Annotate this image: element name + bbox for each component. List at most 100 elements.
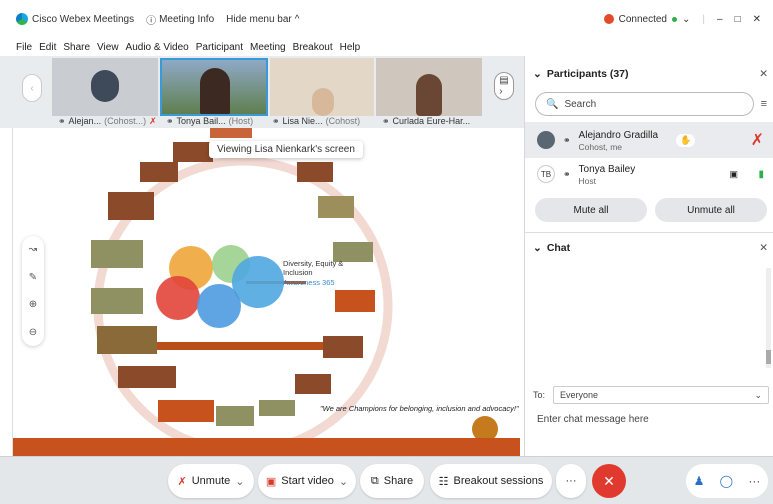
participant-photo bbox=[91, 70, 119, 102]
avatar bbox=[537, 131, 555, 149]
video-label-curlada: ⚭ Curlada Eure-Har... bbox=[382, 114, 470, 128]
breakout-sessions-button[interactable]: ☷ Breakout sessions bbox=[430, 464, 552, 498]
meeting-controls: ✗ Unmute ⌄ ▣ Start video ⌄ ⧉ Share ☷ Bre… bbox=[0, 456, 773, 504]
slide-quote: "We are Champions for belonging, inclusi… bbox=[320, 404, 519, 413]
video-camera-icon[interactable]: ▣ bbox=[729, 169, 738, 180]
connection-status-text: Connected bbox=[618, 13, 667, 25]
chat-scrollbar[interactable] bbox=[766, 268, 771, 368]
ring-box bbox=[91, 288, 143, 314]
ring-box bbox=[216, 406, 254, 426]
collapse-chevron-icon[interactable]: ⌄ bbox=[533, 68, 542, 80]
close-chat-icon[interactable]: ✕ bbox=[759, 242, 768, 254]
viewing-banner: Viewing Lisa Nienkark's screen bbox=[209, 141, 363, 158]
video-tile-tonya[interactable] bbox=[160, 58, 268, 116]
circle-hispanic bbox=[156, 276, 200, 320]
video-tile-lisa[interactable] bbox=[270, 58, 374, 116]
mic-active-icon[interactable]: ▮ bbox=[758, 169, 764, 180]
mic-muted-icon[interactable]: ✗ bbox=[751, 130, 764, 150]
menu-share[interactable]: Share bbox=[63, 42, 90, 53]
unmute-label: Unmute bbox=[191, 475, 231, 487]
more-panels-icon[interactable]: ··· bbox=[748, 474, 760, 488]
menu-view[interactable]: View bbox=[97, 42, 119, 53]
ring-box bbox=[97, 326, 157, 354]
video-role: (Host) bbox=[228, 116, 254, 126]
circle-black-history bbox=[197, 284, 241, 328]
video-tile-curlada[interactable] bbox=[376, 58, 482, 116]
menu-edit[interactable]: Edit bbox=[39, 42, 56, 53]
chevron-down-icon: ⌄ bbox=[338, 475, 349, 488]
ring-box bbox=[91, 240, 143, 268]
participant-search-input[interactable]: 🔍 Search bbox=[535, 92, 754, 116]
app-title-text: Cisco Webex Meetings bbox=[32, 13, 135, 25]
participant-photo bbox=[200, 68, 230, 114]
start-video-label: Start video bbox=[281, 475, 334, 487]
menu-participant[interactable]: Participant bbox=[196, 42, 243, 53]
mute-all-button[interactable]: Mute all bbox=[535, 198, 647, 222]
video-name: Lisa Nie... bbox=[282, 116, 323, 126]
unmute-button[interactable]: ✗ Unmute ⌄ bbox=[168, 464, 254, 498]
more-options-button[interactable]: ··· bbox=[556, 464, 586, 498]
scroll-thumb[interactable] bbox=[766, 350, 771, 364]
sort-list-icon[interactable]: ≡ bbox=[761, 98, 767, 110]
video-tile-alejandro[interactable] bbox=[52, 58, 158, 116]
menu-breakout[interactable]: Breakout bbox=[293, 42, 333, 53]
slide-title: Diversity, Equity & Inclusion bbox=[283, 259, 344, 277]
ring-box bbox=[118, 366, 176, 388]
unmute-all-button[interactable]: Unmute all bbox=[655, 198, 767, 222]
video-label-alejandro: ⚭ Alejan... (Cohost...) ✗ bbox=[58, 114, 157, 128]
menu-audio-video[interactable]: Audio & Video bbox=[126, 42, 189, 53]
minimize-button[interactable]: – bbox=[717, 14, 723, 25]
menu-help[interactable]: Help bbox=[340, 42, 361, 53]
divider: | bbox=[702, 13, 705, 25]
status-dot-icon bbox=[672, 16, 677, 22]
share-button[interactable]: ⧉ Share bbox=[360, 464, 424, 498]
menu-meeting[interactable]: Meeting bbox=[250, 42, 286, 53]
participants-panel-icon[interactable]: ♟ bbox=[694, 474, 705, 488]
mic-muted-icon: ✗ bbox=[149, 115, 157, 126]
collapse-chevron-icon[interactable]: ⌄ bbox=[533, 242, 542, 254]
search-icon: 🔍 bbox=[546, 98, 559, 110]
raise-hand-icon[interactable]: ✋ bbox=[676, 133, 696, 147]
leave-meeting-button[interactable]: ✕ bbox=[592, 464, 626, 498]
start-video-button[interactable]: ▣ Start video ⌄ bbox=[258, 464, 356, 498]
maximize-button[interactable]: □ bbox=[735, 14, 741, 25]
hide-menu-bar-button[interactable]: Hide menu bar ^ bbox=[226, 14, 299, 25]
annotate-icon[interactable]: ✎ bbox=[29, 272, 37, 283]
video-role: (Cohost...) bbox=[104, 116, 147, 126]
connection-status[interactable]: Connected ⌄ bbox=[603, 13, 691, 25]
chevron-down-icon: ⌄ bbox=[682, 13, 691, 25]
video-layout-button[interactable]: ▤ › bbox=[494, 72, 514, 100]
recipient-select[interactable]: Everyone ⌄ bbox=[553, 386, 770, 404]
chat-header: ⌄ Chat ✕ bbox=[525, 238, 773, 258]
chat-panel-icon[interactable]: ◯ bbox=[720, 474, 733, 488]
app-title: Cisco Webex Meetings bbox=[16, 13, 134, 25]
panel-buttons: ♟ ◯ ··· bbox=[686, 464, 768, 498]
meeting-info-button[interactable]: ⓘ Meeting Info bbox=[146, 12, 214, 27]
participant-row[interactable]: TB ⚭ Tonya Bailey Host ▣ ▮ bbox=[525, 156, 773, 192]
participants-header: ⌄ Participants (37) ✕ bbox=[525, 64, 773, 84]
chat-input[interactable]: Enter chat message here bbox=[537, 414, 649, 425]
ring-box bbox=[335, 290, 375, 312]
meeting-info-label: Meeting Info bbox=[159, 13, 215, 25]
share-toolbox: ↝ ✎ ⊕ ⊖ bbox=[22, 236, 44, 346]
close-participants-icon[interactable]: ✕ bbox=[759, 68, 768, 80]
info-icon: ⓘ bbox=[146, 15, 157, 27]
layout-chevron-icon: ▤ › bbox=[499, 75, 509, 97]
hide-menu-bar-label: Hide menu bar bbox=[226, 13, 292, 25]
pointer-icon[interactable]: ↝ bbox=[29, 244, 37, 255]
video-label-lisa: ⚭ Lisa Nie... (Cohost) bbox=[272, 114, 360, 128]
menu-bar: File Edit Share View Audio & Video Parti… bbox=[0, 38, 773, 56]
close-window-button[interactable]: ✕ bbox=[753, 14, 761, 25]
strip-prev-button[interactable]: ‹ bbox=[22, 74, 42, 102]
ring-box bbox=[259, 400, 295, 416]
video-name: Curlada Eure-Har... bbox=[392, 116, 471, 126]
audio-icon: ⚭ bbox=[563, 134, 571, 145]
share-icon: ⧉ bbox=[370, 474, 379, 487]
slide-subtitle: Awareness 365 bbox=[283, 278, 335, 287]
zoom-in-icon[interactable]: ⊕ bbox=[29, 299, 37, 310]
participant-row[interactable]: ⚭ Alejandro Gradilla Cohost, me ✋ ✗ bbox=[525, 122, 773, 158]
title-bar: Cisco Webex Meetings ⓘ Meeting Info Hide… bbox=[0, 0, 773, 38]
menu-file[interactable]: File bbox=[16, 42, 32, 53]
shared-screen: Diversity, Equity & Inclusion Awareness … bbox=[12, 128, 520, 456]
zoom-out-icon[interactable]: ⊖ bbox=[29, 327, 37, 338]
